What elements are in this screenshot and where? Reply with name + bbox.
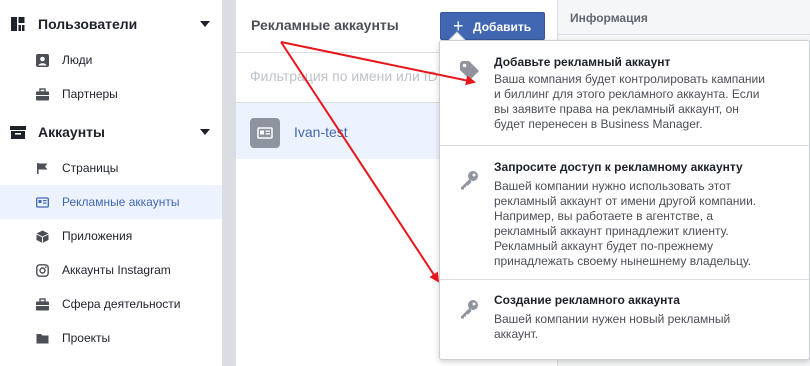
menu-item-description: Вашей компании нужен новый рекламный акк… (494, 312, 731, 341)
ad-account-icon (250, 118, 280, 148)
menu-item-create-ad-account[interactable]: Создание рекламного аккаунта Вашей компа… (440, 280, 809, 360)
sidebar-item-label: Аккаунты Instagram (62, 263, 171, 277)
account-name[interactable]: Ivan-test (294, 124, 348, 140)
sidebar-item-instagram[interactable]: Аккаунты Instagram (0, 253, 222, 287)
flag-icon (37, 163, 48, 174)
menu-item-request-access[interactable]: Запросите доступ к рекламному аккаунту В… (440, 146, 809, 279)
sidebar-item-projects[interactable]: Проекты (0, 321, 222, 355)
sidebar-item-partners[interactable]: Партнеры (0, 77, 222, 111)
sidebar-item-people[interactable]: Люди (0, 43, 222, 77)
sidebar-item-label: Страницы (62, 161, 119, 175)
briefcase-icon (36, 298, 49, 311)
sidebar-header-accounts[interactable]: Аккаунты (0, 115, 222, 149)
sidebar-item-label: Партнеры (62, 87, 118, 101)
menu-item-title: Добавьте рекламный аккаунт (494, 55, 671, 69)
sidebar-item-apps[interactable]: Приложения (0, 219, 222, 253)
divider (558, 34, 810, 35)
instagram-icon (36, 264, 49, 277)
sidebar-item-label: Рекламные аккаунты (62, 195, 180, 209)
sidebar-item-label: Проекты (62, 331, 111, 345)
menu-item-add-ad-account[interactable]: Добавьте рекламный аккаунт Ваша компания… (440, 41, 809, 145)
sidebar: Пользователи Люди Партнеры Аккаунты Стра… (0, 0, 222, 366)
scrollbar[interactable] (222, 0, 236, 366)
sidebar-item-label: Сфера деятельности (62, 297, 181, 311)
sidebar-header-label: Аккаунты (38, 124, 105, 140)
menu-item-title: Запросите доступ к рекламному аккаунту (494, 160, 743, 174)
briefcase-icon (36, 88, 49, 101)
sidebar-item-ad-accounts[interactable]: Рекламные аккаунты (0, 185, 222, 219)
add-button-label: Добавить (473, 20, 532, 34)
page-title: Рекламные аккаунты (251, 17, 399, 33)
sidebar-item-label: Люди (62, 53, 93, 67)
key-icon (461, 300, 478, 319)
sidebar-item-label: Приложения (62, 229, 133, 243)
chevron-down-icon[interactable] (200, 129, 210, 135)
cube-icon (36, 230, 49, 243)
menu-item-description: Вашей компании нужно использовать этот р… (494, 179, 757, 268)
ad-account-icon (36, 197, 49, 208)
sidebar-item-pages[interactable]: Страницы (0, 151, 222, 185)
tag-icon (460, 61, 479, 80)
accounts-icon (10, 126, 26, 139)
info-title: Информация (570, 11, 648, 25)
sidebar-item-business-area[interactable]: Сфера деятельности (0, 287, 222, 321)
key-icon (461, 171, 478, 190)
menu-item-title: Создание рекламного аккаунта (494, 293, 680, 307)
person-icon (36, 54, 49, 67)
sidebar-header-users[interactable]: Пользователи (0, 7, 222, 41)
menu-item-description: Ваша компания будет контролировать кампа… (494, 72, 765, 131)
business-users-icon (11, 17, 25, 31)
sidebar-header-label: Пользователи (38, 16, 138, 32)
add-dropdown-menu: Добавьте рекламный аккаунт Ваша компания… (439, 40, 810, 360)
chevron-down-icon[interactable] (200, 21, 210, 27)
folder-icon (36, 334, 49, 344)
